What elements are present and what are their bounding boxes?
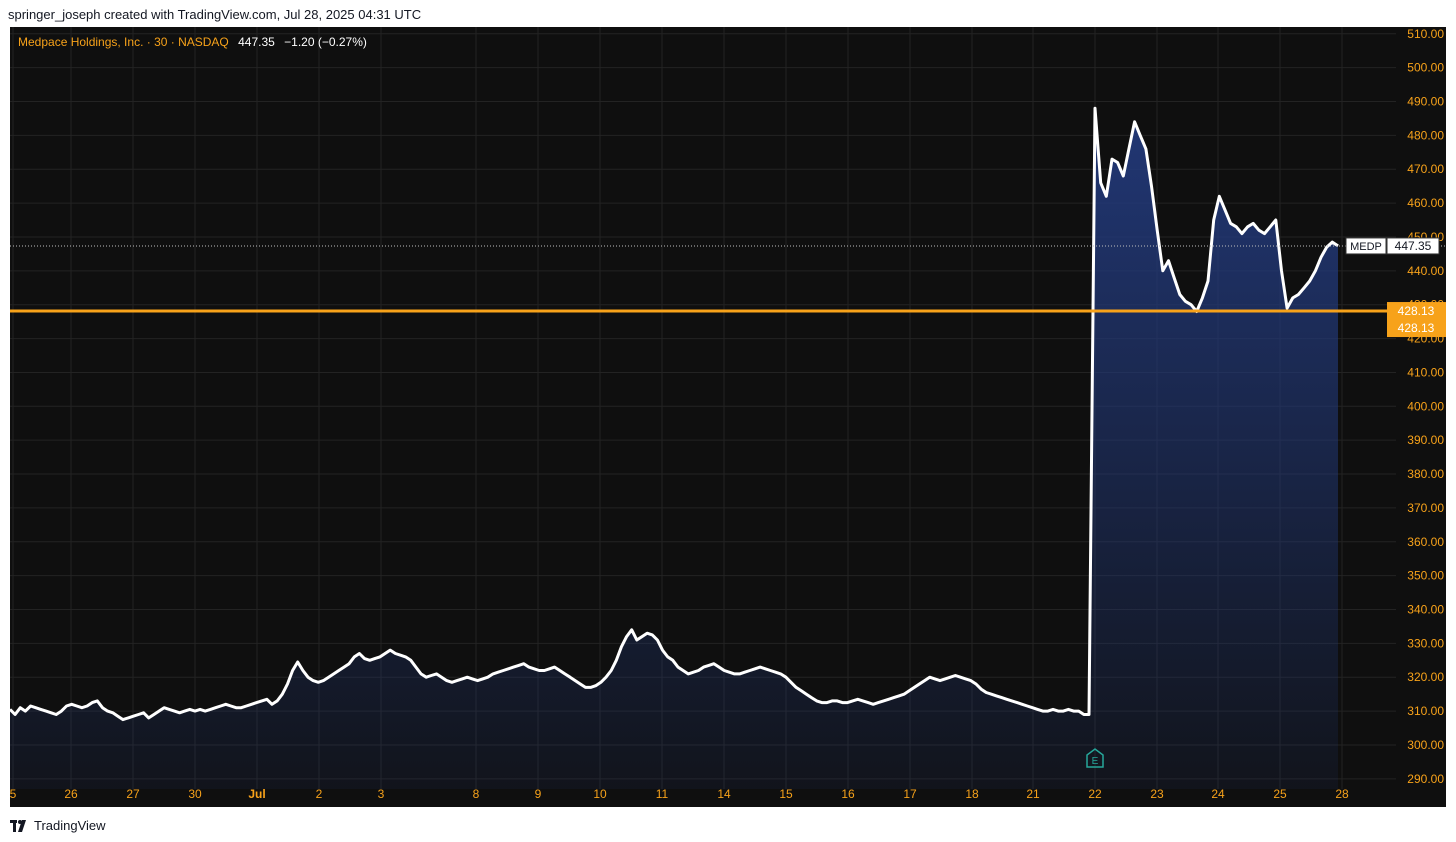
- x-tick-label: 30: [188, 787, 202, 801]
- y-tick-label: 360.00: [1407, 535, 1444, 549]
- x-tick-label: 26: [64, 787, 78, 801]
- y-tick-label: 490.00: [1407, 95, 1444, 109]
- x-tick-label: 5: [10, 787, 17, 801]
- y-tick-label: 500.00: [1407, 61, 1444, 75]
- tradingview-footer[interactable]: TradingView: [10, 818, 106, 833]
- x-tick-label: 11: [656, 787, 669, 801]
- y-tick-label: 470.00: [1407, 162, 1444, 176]
- x-tick-label: 14: [717, 787, 731, 801]
- close-tag-label: 428.13: [1398, 321, 1435, 335]
- x-tick-label: 18: [965, 787, 979, 801]
- x-tick-label: 16: [841, 787, 855, 801]
- chart-area[interactable]: 290.00 300.00 310.00 320.00 330.00 340.00 350.…: [10, 27, 1446, 807]
- tradingview-logo-icon: [10, 819, 26, 832]
- y-tick-label: 290.00: [1407, 772, 1444, 786]
- chart-credit: springer_joseph created with TradingView…: [8, 7, 422, 22]
- y-tick-label: 370.00: [1407, 501, 1444, 515]
- last-price-tag-label: 447.35: [1395, 239, 1432, 253]
- x-tick-label: 28: [1335, 787, 1349, 801]
- x-tick-label: 8: [473, 787, 480, 801]
- y-tick-label: 330.00: [1407, 636, 1444, 650]
- chart-legend: Medpace Holdings, Inc. · 30 · NASDAQ 447…: [18, 35, 367, 49]
- y-tick-label: 400.00: [1407, 399, 1444, 413]
- legend-change: −1.20 (−0.27%): [284, 35, 367, 49]
- x-tick-label: 27: [126, 787, 140, 801]
- y-tick-label: 510.00: [1407, 27, 1444, 41]
- x-tick-label: 21: [1026, 787, 1040, 801]
- price-area-fill: [10, 108, 1338, 790]
- y-tick-label: 440.00: [1407, 264, 1444, 278]
- y-tick-label: 350.00: [1407, 569, 1444, 583]
- legend-symbol: Medpace Holdings, Inc. · 30 · NASDAQ: [18, 35, 229, 49]
- x-tick-label: 10: [593, 787, 607, 801]
- y-tick-label: 460.00: [1407, 196, 1444, 210]
- tradingview-brand: TradingView: [34, 818, 106, 833]
- x-tick-label: 25: [1273, 787, 1287, 801]
- x-tick-label: 2: [316, 787, 323, 801]
- x-tick-label: 24: [1211, 787, 1225, 801]
- x-tick-label: 15: [779, 787, 793, 801]
- y-tick-label: 320.00: [1407, 670, 1444, 684]
- x-tick-label: 3: [378, 787, 385, 801]
- level-tag-label: 428.13: [1398, 304, 1435, 318]
- x-tick-label: 17: [903, 787, 917, 801]
- legend-price: 447.35: [238, 35, 275, 49]
- x-tick-label: Jul: [248, 787, 265, 801]
- price-chart[interactable]: 290.00 300.00 310.00 320.00 330.00 340.00 350.…: [10, 27, 1446, 807]
- y-tick-label: 380.00: [1407, 467, 1444, 481]
- y-tick-label: 300.00: [1407, 738, 1444, 752]
- x-tick-label: 22: [1088, 787, 1102, 801]
- symbol-tag-label: MEDP: [1350, 241, 1382, 253]
- y-tick-label: 340.00: [1407, 603, 1444, 617]
- y-tick-label: 310.00: [1407, 704, 1444, 718]
- y-tick-label: 390.00: [1407, 433, 1444, 447]
- y-tick-label: 410.00: [1407, 365, 1444, 379]
- x-tick-label: 9: [535, 787, 542, 801]
- x-tick-label: 23: [1150, 787, 1164, 801]
- y-tick-label: 480.00: [1407, 128, 1444, 142]
- earnings-marker-label: E: [1092, 756, 1099, 767]
